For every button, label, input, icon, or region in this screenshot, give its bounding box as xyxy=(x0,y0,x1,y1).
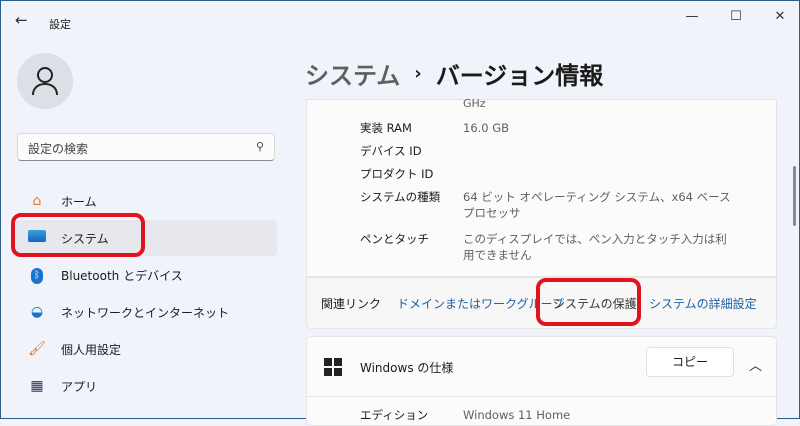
bluetooth-icon: ᛒ xyxy=(27,266,47,284)
spec-key: エディション xyxy=(360,408,429,422)
related-links-label: 関連リンク xyxy=(321,297,382,311)
windows-spec-title: Windows の仕様 xyxy=(360,361,454,375)
settings-search-input[interactable]: 設定の検索 ⚲ xyxy=(17,133,275,161)
sidebar-item-label: ホーム xyxy=(61,194,97,209)
breadcrumb-parent[interactable]: システム xyxy=(305,56,400,91)
sidebar-item-personalization[interactable]: 🖌 個人用設定 xyxy=(15,331,277,367)
brush-icon: 🖌 xyxy=(28,341,46,357)
breadcrumb-separator: › xyxy=(414,63,422,84)
truncated-value: GHz xyxy=(463,97,486,110)
search-icon: ⚲ xyxy=(255,140,264,153)
spec-value: このディスプレイでは、ペン入力とタッチ入力は利用できません xyxy=(463,232,727,262)
spec-key: 実装 RAM xyxy=(360,121,412,135)
close-button[interactable]: ✕ xyxy=(765,9,795,24)
minimize-button[interactable]: — xyxy=(677,9,707,24)
chevron-up-icon[interactable]: ︿ xyxy=(749,355,762,374)
sidebar-item-bluetooth[interactable]: ᛒ Bluetooth とデバイス xyxy=(15,257,277,293)
spec-key: システムの種類 xyxy=(360,190,441,204)
scrollbar[interactable] xyxy=(793,166,796,226)
title-bar: ← 設定 — ☐ ✕ xyxy=(1,1,799,41)
spec-key: ペンとタッチ xyxy=(360,232,429,246)
advanced-system-settings-link[interactable]: システムの詳細設定 xyxy=(649,295,757,312)
sidebar-item-network[interactable]: ◒ ネットワークとインターネット xyxy=(15,294,277,330)
user-icon xyxy=(32,67,58,96)
copy-button[interactable]: コピー xyxy=(646,347,734,377)
search-placeholder: 設定の検索 xyxy=(28,142,89,156)
sidebar-item-label: ネットワークとインターネット xyxy=(61,305,230,320)
home-icon: ⌂ xyxy=(32,193,42,209)
page-title: バージョン情報 xyxy=(435,62,604,90)
spec-value xyxy=(463,143,663,159)
spec-key: デバイス ID xyxy=(360,144,422,158)
sidebar-item-label: Bluetooth とデバイス xyxy=(61,268,183,283)
device-specs-card: GHz 実装 RAM 16.0 GB デバイス ID プロダクト ID システムの… xyxy=(306,97,777,277)
sidebar-item-label: アプリ xyxy=(61,379,98,394)
apps-icon: ▦ xyxy=(30,378,44,394)
maximize-button[interactable]: ☐ xyxy=(721,9,751,24)
spec-value: 64 ビット オペレーティング システム、x64 ベース プロセッサ xyxy=(463,190,731,220)
windows-logo-icon xyxy=(324,358,342,376)
highlight-annotation xyxy=(536,278,641,326)
wifi-icon: ◒ xyxy=(30,304,44,320)
sidebar-item-apps[interactable]: ▦ アプリ xyxy=(15,368,277,404)
spec-value xyxy=(463,166,663,182)
sidebar-item-label: 個人用設定 xyxy=(61,342,122,357)
highlight-annotation xyxy=(11,213,145,257)
spec-value: 16.0 GB xyxy=(463,121,510,135)
windows-spec-header[interactable]: Windows の仕様 コピー ︿ xyxy=(307,337,776,397)
app-title: 設定 xyxy=(49,18,71,31)
avatar[interactable] xyxy=(17,53,73,109)
back-arrow-icon[interactable]: ← xyxy=(15,11,28,29)
spec-value: Windows 11 Home xyxy=(463,408,571,422)
windows-spec-card: Windows の仕様 コピー ︿ エディション Windows 11 Home xyxy=(306,336,777,426)
spec-key: プロダクト ID xyxy=(360,167,434,181)
breadcrumb: システム › バージョン情報 xyxy=(305,56,603,91)
